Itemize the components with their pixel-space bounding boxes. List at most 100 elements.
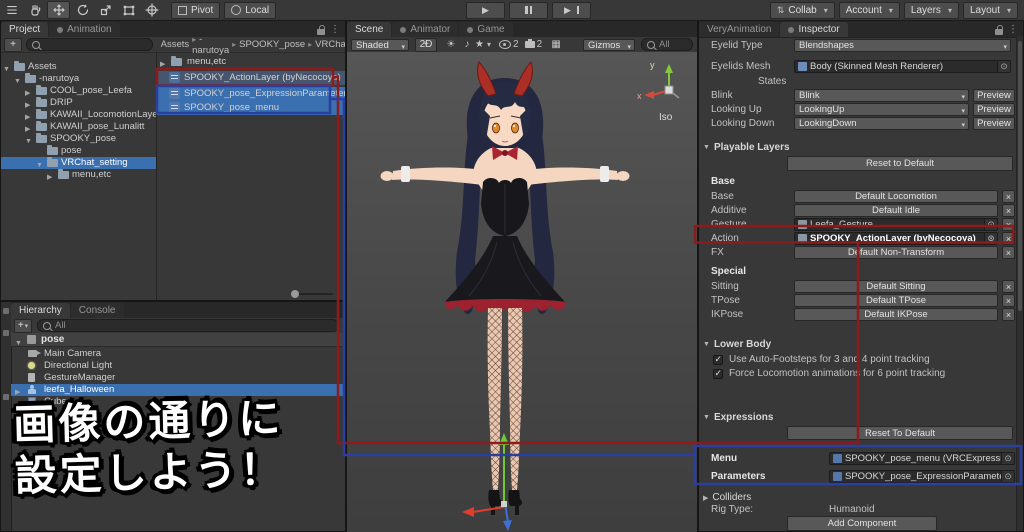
force-locomotion-checkbox[interactable] (713, 368, 723, 379)
orientation-gizmo[interactable]: y x (637, 60, 680, 101)
tpose-layer-remove-button[interactable] (1002, 294, 1015, 307)
create-object-button[interactable] (14, 318, 32, 333)
base-layer-button[interactable]: Default Locomotion (794, 190, 998, 203)
scrollbar-thumb[interactable] (1018, 41, 1022, 311)
tree-item-menu-etc[interactable]: menu,etc (1, 169, 156, 181)
scene-search-input[interactable]: All (641, 38, 693, 51)
file-item-action-layer[interactable]: SPOOKY_ActionLayer (byNecocoya) (157, 71, 345, 85)
tab-game[interactable]: Game (459, 22, 513, 37)
pivot-toggle-button[interactable]: Pivot (171, 1, 221, 19)
dock-icon[interactable] (3, 330, 9, 336)
move-gizmo[interactable] (462, 433, 512, 531)
reset-to-default-button[interactable]: Reset to Default (787, 156, 1013, 171)
scene-audio-icon[interactable]: ♪ (459, 38, 475, 51)
lock-icon[interactable] (995, 25, 1003, 35)
add-component-button[interactable]: Add Component (787, 516, 937, 531)
tab-project[interactable]: Project (1, 22, 49, 37)
panel-menu-icon[interactable] (1008, 25, 1018, 35)
hierarchy-item-directional-light[interactable]: Directional Light (11, 360, 345, 372)
tab-console[interactable]: Console (70, 303, 124, 318)
expressions-foldout[interactable]: Expressions (703, 412, 773, 423)
layout-button[interactable]: Layout (962, 1, 1018, 19)
looking-up-preview-button[interactable]: Preview (973, 103, 1015, 116)
breadcrumb-item[interactable]: VRChat... (308, 39, 345, 50)
object-picker-icon[interactable] (984, 219, 997, 230)
fx-layer-remove-button[interactable] (1002, 246, 1015, 259)
ikpose-layer-remove-button[interactable] (1002, 308, 1015, 321)
object-picker-icon[interactable] (1001, 453, 1014, 464)
scene-viewport[interactable]: y x Iso (347, 52, 697, 532)
lower-body-foldout[interactable]: Lower Body (703, 339, 771, 350)
breadcrumb-item[interactable]: Assets (161, 39, 190, 50)
hierarchy-item-gesture-manager[interactable]: GestureManager (11, 372, 345, 384)
blink-preview-button[interactable]: Preview (973, 89, 1015, 102)
hierarchy-search-input[interactable]: All (37, 319, 339, 332)
scene-camera-icon[interactable]: 2 (524, 38, 542, 51)
tree-item-spooky-pose[interactable]: SPOOKY_pose (1, 133, 156, 145)
scene-header-row[interactable]: pose (11, 333, 345, 347)
play-button[interactable]: ▶ (466, 1, 505, 19)
account-button[interactable]: Account (838, 1, 900, 19)
tree-item-kawaii-pose[interactable]: KAWAII_pose_Lunalitt (1, 121, 156, 133)
rect-tool-button[interactable] (118, 2, 139, 18)
step-button[interactable]: ▶ (552, 1, 591, 19)
action-layer-field[interactable]: SPOOKY_ActionLayer (byNecocoya) (794, 232, 998, 245)
scene-visibility-icon[interactable]: 2 (499, 38, 519, 51)
transform-tool-button[interactable] (141, 2, 162, 18)
file-item-expression-parameters[interactable]: SPOOKY_pose_ExpressionParameters (157, 87, 345, 101)
sitting-layer-button[interactable]: Default Sitting (794, 280, 998, 293)
base-layer-remove-button[interactable] (1002, 190, 1015, 203)
expressions-menu-field[interactable]: SPOOKY_pose_menu (VRCExpression (829, 452, 1015, 465)
editor-menu-icon[interactable] (1, 2, 22, 18)
additive-layer-button[interactable]: Default Idle (794, 204, 998, 217)
tab-animator[interactable]: Animator (392, 22, 459, 37)
file-item-pose-menu[interactable]: SPOOKY_pose_menu (157, 101, 345, 115)
local-toggle-button[interactable]: Local (224, 1, 277, 19)
move-tool-button[interactable] (47, 1, 70, 19)
tree-item-narutoya[interactable]: -narutoya (1, 73, 156, 85)
scene-grid-icon[interactable]: ▦ (548, 38, 564, 51)
rotate-tool-button[interactable] (72, 2, 93, 18)
action-layer-remove-button[interactable] (1002, 232, 1015, 245)
tab-scene[interactable]: Scene (347, 22, 392, 37)
scene-effects-icon[interactable]: ★ (475, 38, 491, 51)
eyelid-type-dropdown[interactable]: Blendshapes (794, 39, 1011, 52)
collab-button[interactable]: ⇅ Collab (769, 1, 835, 19)
scale-tool-button[interactable] (95, 2, 116, 18)
eyelids-mesh-field[interactable]: Body (Skinned Mesh Renderer) (794, 60, 1011, 73)
avatar-3d-model[interactable]: y x (347, 52, 697, 532)
thumbnail-size-slider[interactable] (291, 290, 333, 298)
slider-knob[interactable] (291, 290, 299, 298)
tree-item-assets[interactable]: Assets (1, 61, 156, 73)
create-asset-button[interactable] (4, 37, 22, 52)
layers-button[interactable]: Layers (903, 1, 959, 19)
tab-very-animation[interactable]: VeryAnimation (699, 22, 780, 37)
object-picker-icon[interactable] (997, 61, 1010, 72)
hand-tool-button[interactable] (24, 2, 45, 18)
expressions-reset-button[interactable]: Reset To Default (787, 426, 1013, 440)
auto-footsteps-checkbox[interactable] (713, 354, 723, 365)
object-picker-icon[interactable] (1001, 471, 1014, 482)
hierarchy-item-main-camera[interactable]: Main Camera (11, 348, 345, 360)
dock-icon[interactable] (3, 394, 9, 400)
expressions-parameters-field[interactable]: SPOOKY_pose_ExpressionParameters (829, 470, 1015, 483)
gizmos-dropdown[interactable]: Gizmos (583, 38, 635, 51)
additive-layer-remove-button[interactable] (1002, 204, 1015, 217)
inspector-scrollbar[interactable] (1016, 36, 1023, 531)
tree-item-kawaii-locomotion[interactable]: KAWAII_LocomotionLayer (1, 109, 156, 121)
object-picker-icon[interactable] (984, 233, 997, 244)
projection-mode-label[interactable]: Iso (659, 112, 672, 123)
tree-item-cool-pose[interactable]: COOL_pose_Leefa (1, 85, 156, 97)
playable-layers-foldout[interactable]: Playable Layers (703, 142, 790, 153)
tree-item-vrchat-setting[interactable]: VRChat_setting (1, 157, 156, 169)
gesture-layer-remove-button[interactable] (1002, 218, 1015, 231)
tab-inspector[interactable]: Inspector (780, 22, 848, 37)
scene-lighting-icon[interactable]: ☀ (443, 38, 459, 51)
pause-button[interactable] (509, 1, 548, 19)
looking-down-dropdown[interactable]: LookingDown (794, 117, 969, 130)
gesture-layer-field[interactable]: Leefa_Gesture (794, 218, 998, 231)
sitting-layer-remove-button[interactable] (1002, 280, 1015, 293)
file-item-menu-etc[interactable]: menu,etc (157, 55, 345, 69)
tpose-layer-button[interactable]: Default TPose (794, 294, 998, 307)
dock-icon[interactable] (3, 308, 9, 314)
